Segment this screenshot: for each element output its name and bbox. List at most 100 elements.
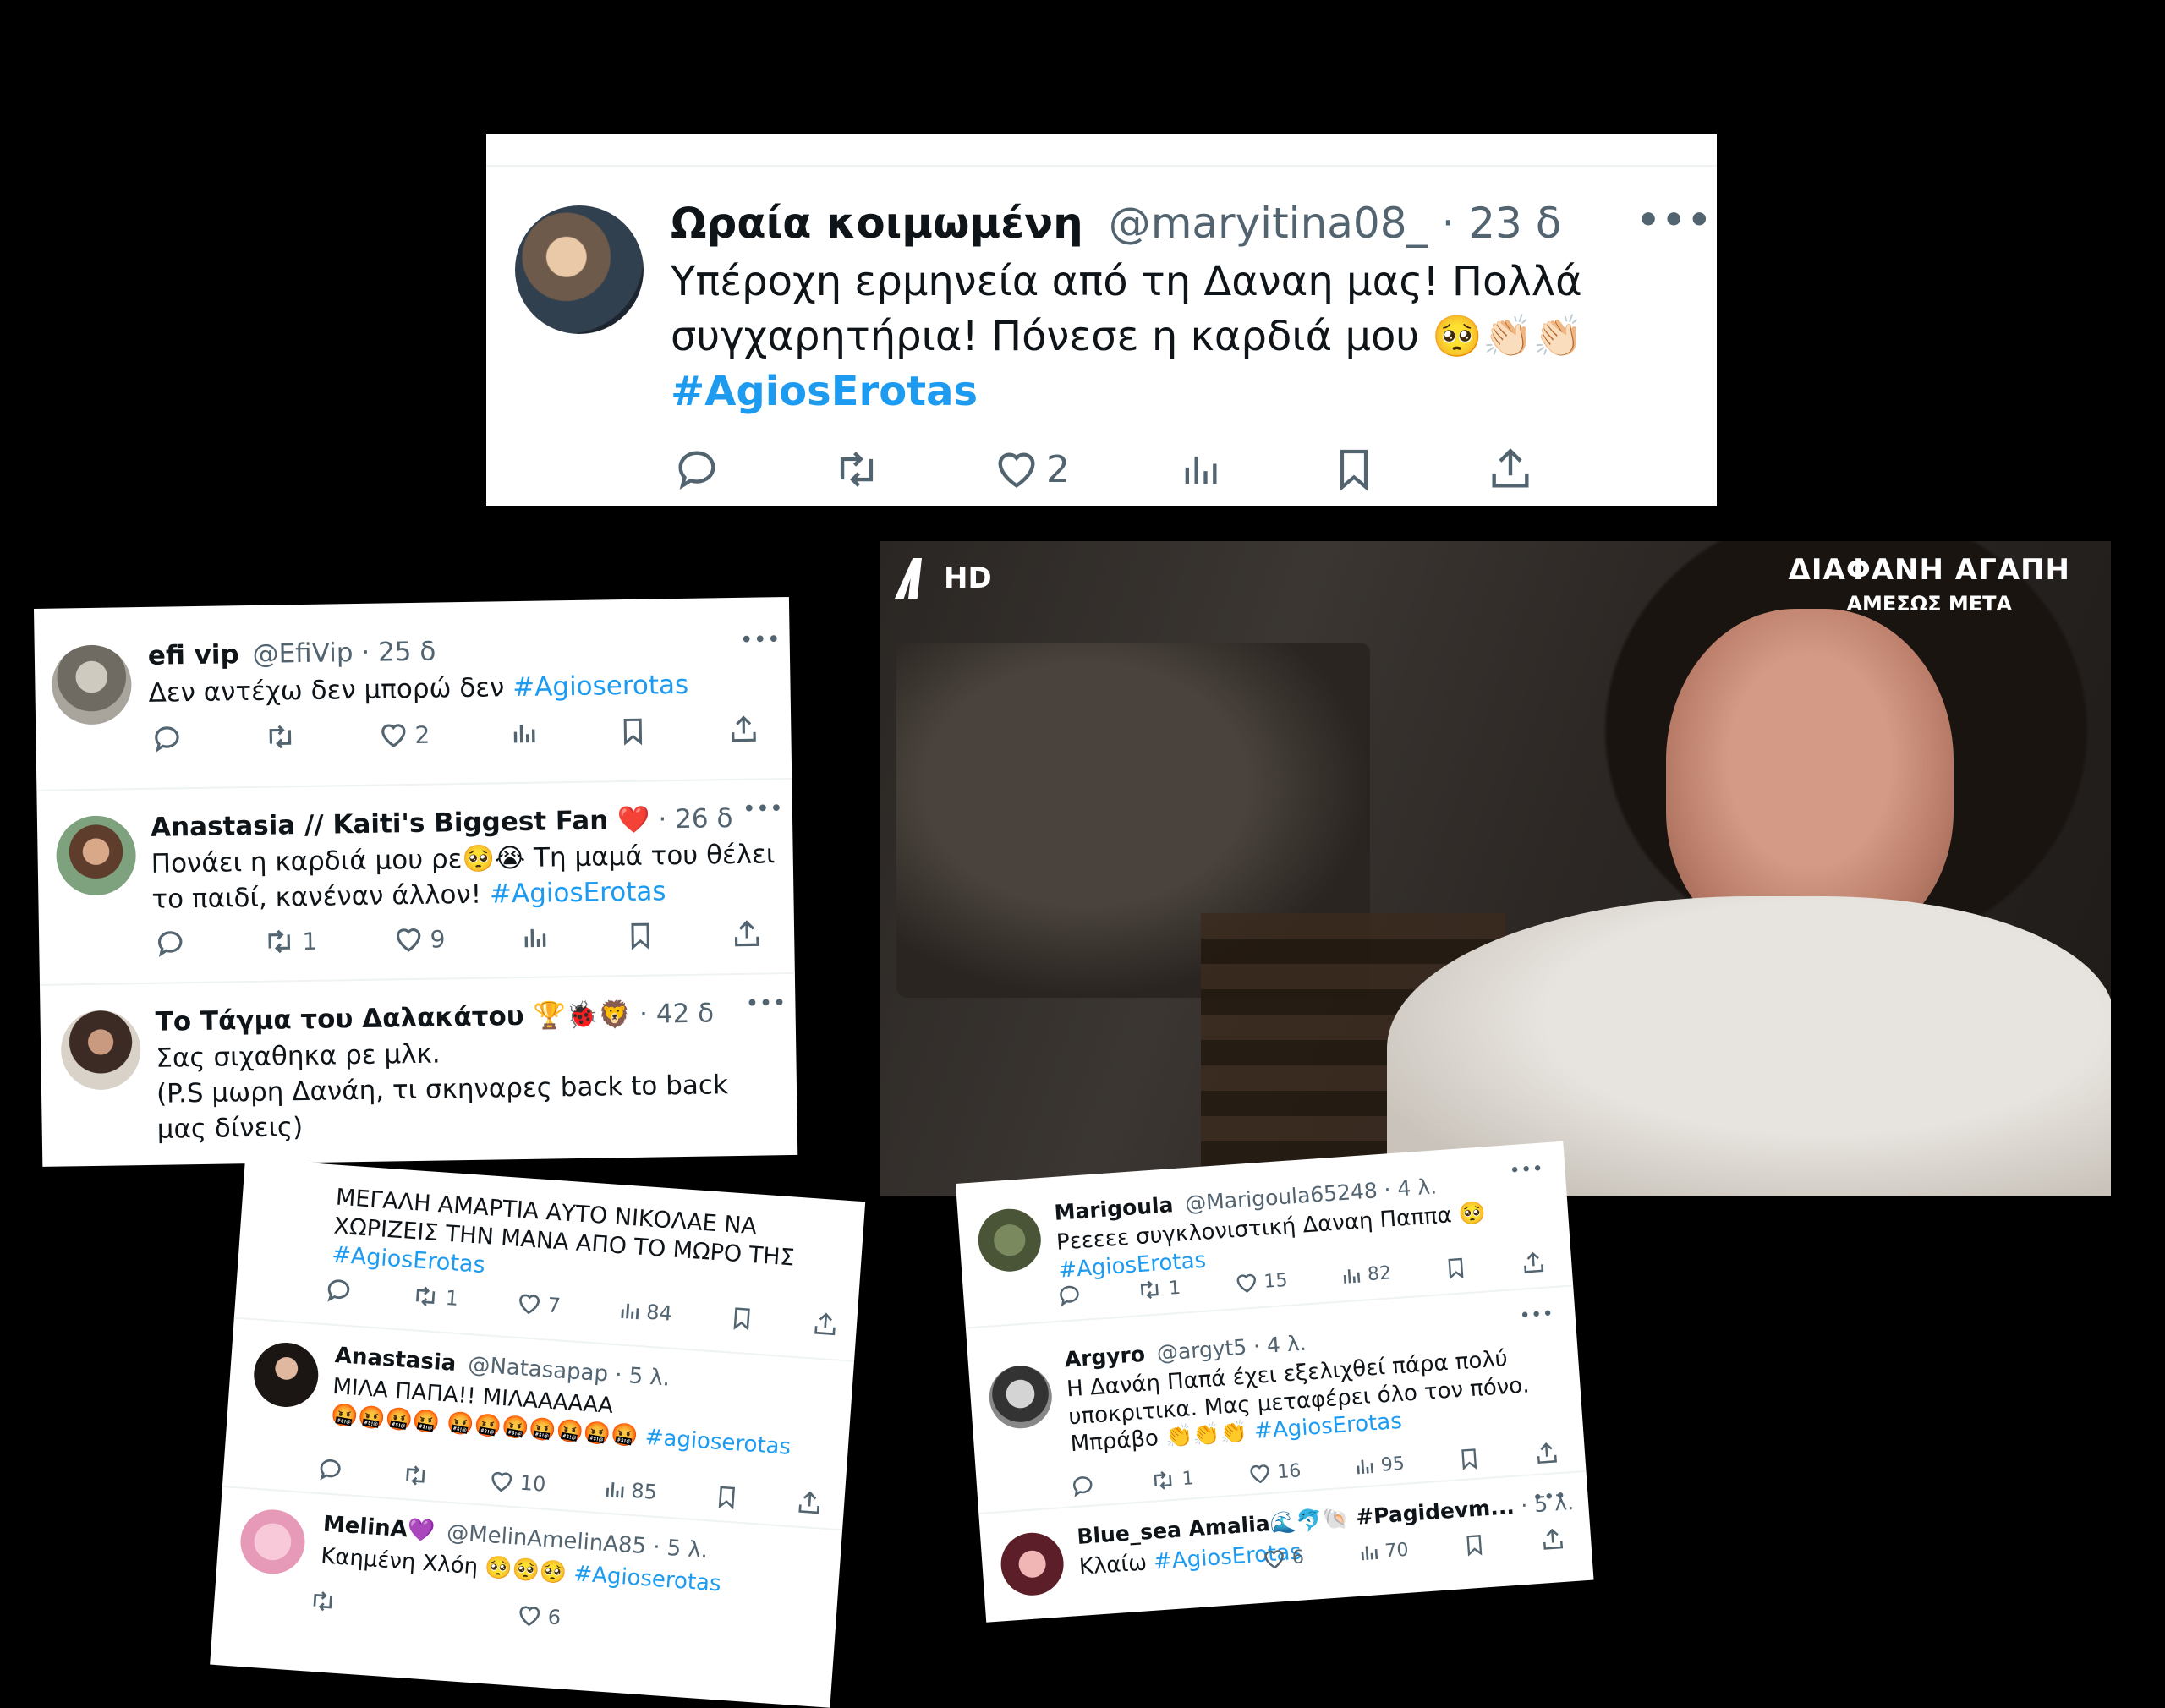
like-button[interactable]: 6 [515, 1601, 562, 1632]
reply-button[interactable] [316, 1455, 345, 1484]
share-button[interactable] [731, 918, 764, 951]
retweet-button[interactable]: 1 [1148, 1465, 1195, 1494]
user-avatar[interactable] [976, 1207, 1044, 1274]
share-button[interactable] [1539, 1526, 1566, 1553]
tweet-time[interactable]: · 25 δ [361, 637, 436, 668]
like-button[interactable]: 15 [1233, 1267, 1289, 1296]
user-name[interactable]: Anastasia // Kaiti's Biggest Fan ❤️ [151, 805, 650, 843]
share-button[interactable] [811, 1310, 840, 1338]
heart-icon [998, 452, 1035, 488]
like-button[interactable]: 7 [515, 1289, 562, 1320]
bookmark-button[interactable] [617, 714, 649, 749]
more-options-icon[interactable]: ••• [1636, 199, 1713, 242]
share-button[interactable] [727, 714, 760, 747]
user-name[interactable]: Anastasia [334, 1343, 457, 1377]
user-name[interactable]: Ωραία κοιμωμένη [671, 199, 1083, 248]
like-button[interactable]: 6 [1261, 1544, 1305, 1572]
share-button[interactable] [795, 1488, 824, 1517]
tweet-time[interactable]: · 5 λ. [652, 1535, 709, 1563]
user-avatar[interactable] [51, 644, 133, 725]
reply-button[interactable] [151, 722, 184, 755]
bookmark-button[interactable] [1461, 1530, 1487, 1559]
tweet-time[interactable]: · 23 δ [1441, 199, 1561, 248]
views-button[interactable]: 95 [1353, 1453, 1406, 1478]
like-button[interactable]: 10 [487, 1467, 547, 1498]
tweet-time[interactable]: · 42 δ [639, 998, 715, 1029]
heart-icon [491, 1471, 512, 1492]
hashtag-link[interactable]: #AgiosErotas [490, 876, 666, 909]
bookmark-button[interactable] [1456, 1444, 1482, 1473]
tweet-time[interactable]: · 4 λ. [1252, 1331, 1307, 1359]
retweet-button[interactable]: 1 [1134, 1275, 1181, 1304]
views-button[interactable]: 82 [1340, 1262, 1392, 1287]
bookmark-button[interactable] [1330, 444, 1378, 495]
retweet-button[interactable] [307, 1586, 339, 1615]
user-avatar[interactable] [987, 1363, 1055, 1431]
more-options-icon[interactable]: ••• [1510, 1159, 1545, 1180]
like-count: 6 [1291, 1546, 1305, 1568]
hashtag-link[interactable]: #Agioserotas [512, 670, 689, 703]
views-count: 85 [630, 1478, 658, 1504]
user-name[interactable]: efi vip [148, 639, 239, 671]
user-name[interactable]: MelinA💜 [322, 1512, 436, 1545]
tweet-time[interactable]: · 26 δ [658, 803, 733, 835]
user-handle[interactable]: @EfiVip [252, 638, 353, 670]
retweet-button[interactable] [830, 445, 884, 494]
reply-button[interactable] [1069, 1472, 1096, 1499]
left-tweets-card: efi vip @EfiVip · 25 δ ••• Δεν αντέχω δε… [34, 596, 798, 1167]
retweet-icon [406, 1465, 425, 1486]
like-button[interactable]: 9 [392, 922, 446, 955]
user-name[interactable]: Το Τάγμα του Δαλακάτου 🏆🐞🦁 [155, 999, 631, 1037]
tweet-time[interactable]: · 4 λ. [1384, 1174, 1438, 1202]
share-button[interactable] [1533, 1440, 1560, 1467]
more-options-icon[interactable]: ••• [1520, 1305, 1555, 1325]
user-handle[interactable]: @argyt5 [1156, 1334, 1247, 1365]
views-button[interactable] [509, 719, 539, 748]
more-options-icon[interactable]: ••• [743, 798, 785, 820]
reply-button[interactable] [323, 1275, 354, 1306]
user-name[interactable]: Argyro [1064, 1342, 1146, 1372]
bookmark-button[interactable] [728, 1303, 755, 1333]
tweet-actions: 2 [672, 444, 1535, 495]
views-button[interactable]: 85 [601, 1476, 658, 1504]
reply-icon [157, 931, 183, 957]
retweet-button[interactable] [262, 720, 299, 753]
share-button[interactable] [1520, 1250, 1547, 1277]
like-button[interactable]: 2 [992, 445, 1070, 494]
retweet-button[interactable] [400, 1461, 432, 1490]
reply-button[interactable] [154, 927, 187, 960]
hashtag-link[interactable]: #agioserotas [644, 1425, 792, 1460]
retweet-button[interactable]: 1 [261, 925, 318, 958]
like-button[interactable]: 2 [377, 719, 430, 752]
user-avatar[interactable] [251, 1340, 321, 1410]
bookmark-button[interactable] [625, 919, 656, 954]
user-name[interactable]: Marigoula [1054, 1192, 1175, 1225]
views-button[interactable]: 70 [1357, 1539, 1410, 1564]
like-button[interactable]: 16 [1246, 1458, 1302, 1486]
more-options-icon[interactable]: ••• [746, 993, 787, 1015]
reply-button[interactable] [1056, 1282, 1083, 1309]
user-handle[interactable]: @Natasapap [467, 1352, 609, 1388]
user-avatar[interactable] [999, 1530, 1066, 1598]
more-options-icon[interactable]: ••• [1532, 1486, 1568, 1507]
heart-icon [1236, 1273, 1256, 1293]
views-button[interactable] [1178, 447, 1222, 491]
hashtag-link[interactable]: #Agioserotas [573, 1561, 721, 1596]
bookmark-icon [631, 922, 650, 950]
views-button[interactable] [520, 922, 550, 952]
hashtag-link[interactable]: #AgiosErotas [671, 368, 978, 415]
user-avatar[interactable] [515, 205, 644, 334]
user-handle[interactable]: @maryitina08_ [1109, 199, 1428, 248]
bookmark-button[interactable] [713, 1482, 740, 1513]
share-button[interactable] [1486, 445, 1535, 494]
views-button[interactable]: 84 [617, 1298, 673, 1326]
reply-button[interactable] [672, 445, 721, 494]
retweet-button[interactable]: 1 [409, 1282, 459, 1312]
share-icon [814, 1312, 836, 1336]
user-avatar[interactable] [60, 1010, 141, 1091]
user-avatar[interactable] [238, 1507, 308, 1576]
user-avatar[interactable] [55, 815, 137, 896]
tweet-time[interactable]: · 5 λ. [614, 1362, 671, 1391]
more-options-icon[interactable]: ••• [740, 629, 781, 651]
bookmark-button[interactable] [1444, 1254, 1469, 1283]
